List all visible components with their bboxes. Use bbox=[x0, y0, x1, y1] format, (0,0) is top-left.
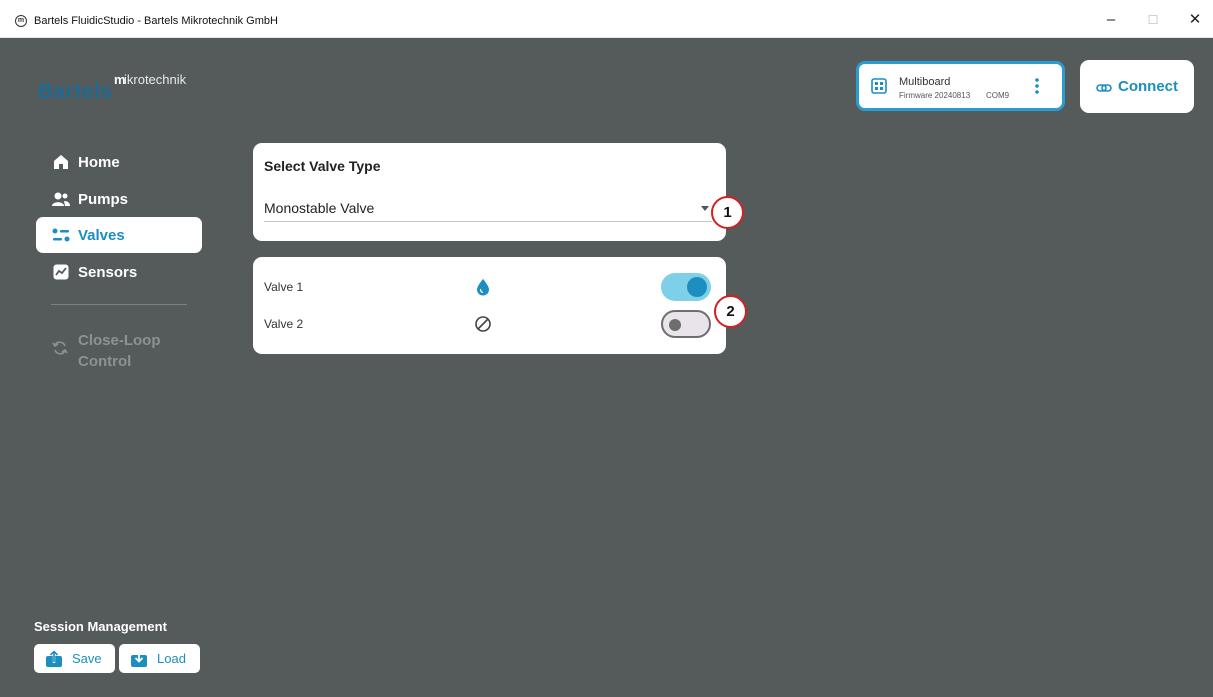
dropdown-arrow-icon bbox=[701, 206, 709, 211]
pumps-icon bbox=[52, 190, 70, 208]
save-button[interactable]: Save bbox=[34, 644, 115, 673]
sidebar-item-label: Home bbox=[78, 153, 120, 171]
blocked-icon bbox=[474, 315, 492, 333]
window-titlebar: m Bartels FluidicStudio - Bartels Mikrot… bbox=[0, 0, 1213, 38]
app-logo-icon: m bbox=[15, 15, 27, 27]
sensors-icon bbox=[52, 263, 70, 281]
valves-icon bbox=[52, 226, 70, 244]
valve-type-value: Monostable Valve bbox=[264, 200, 375, 216]
link-icon bbox=[1096, 81, 1112, 93]
sidebar-item-label: Valves bbox=[78, 226, 125, 244]
valve-type-select[interactable]: Monostable Valve bbox=[264, 193, 712, 222]
minimize-button[interactable]: – bbox=[1099, 10, 1123, 30]
toggle-knob bbox=[669, 319, 681, 331]
session-management-title: Session Management bbox=[34, 619, 167, 634]
valve-type-card: Select Valve Type Monostable Valve bbox=[253, 143, 726, 241]
more-vertical-icon[interactable] bbox=[1031, 76, 1043, 96]
device-port: COM9 bbox=[986, 91, 1010, 100]
download-icon bbox=[131, 650, 147, 667]
load-button[interactable]: Load bbox=[119, 644, 200, 673]
logo-brand: Bartels bbox=[38, 80, 113, 103]
valve-label: Valve 2 bbox=[264, 317, 304, 331]
valve-row: Valve 1 bbox=[253, 270, 726, 304]
device-name: Multiboard bbox=[899, 76, 951, 88]
close-button[interactable]: ✕ bbox=[1183, 10, 1207, 30]
callout-marker: 2 bbox=[714, 295, 747, 328]
valve-1-toggle[interactable] bbox=[661, 273, 711, 301]
maximize-button[interactable]: ☐ bbox=[1141, 10, 1165, 30]
device-firmware: Firmware 20240813 bbox=[899, 91, 971, 100]
save-label: Save bbox=[72, 651, 102, 666]
connect-button[interactable]: Connect bbox=[1080, 60, 1194, 113]
sidebar-item-close-loop: Close-Loop Control bbox=[52, 330, 178, 372]
load-label: Load bbox=[157, 651, 186, 666]
sidebar-item-label: Sensors bbox=[78, 263, 138, 281]
valves-card: Valve 1 Valve 2 bbox=[253, 257, 726, 354]
device-card[interactable]: Multiboard Firmware 20240813 COM9 bbox=[856, 61, 1065, 111]
app-main: Bartels m ikrotechnik Home Pumps Valves … bbox=[0, 38, 1213, 697]
water-drop-icon bbox=[474, 278, 492, 296]
connect-label: Connect bbox=[1118, 78, 1178, 95]
sidebar-item-pumps[interactable]: Pumps bbox=[36, 181, 202, 217]
home-icon bbox=[52, 153, 70, 171]
callout-marker: 1 bbox=[711, 196, 744, 229]
upload-icon bbox=[46, 648, 62, 667]
toggle-knob bbox=[687, 277, 707, 297]
sidebar-item-valves[interactable]: Valves bbox=[36, 217, 202, 253]
sidebar-item-home[interactable]: Home bbox=[36, 144, 202, 180]
valve-type-heading: Select Valve Type bbox=[264, 158, 381, 174]
sidebar-item-sensors[interactable]: Sensors bbox=[36, 254, 202, 290]
valve-row: Valve 2 bbox=[253, 307, 726, 341]
sidebar-item-label: Pumps bbox=[78, 190, 129, 208]
valve-2-toggle[interactable] bbox=[661, 310, 711, 338]
refresh-icon bbox=[52, 340, 70, 358]
sidebar-divider bbox=[51, 304, 187, 305]
logo-subtitle: ikrotechnik bbox=[124, 72, 187, 87]
sidebar-item-label: Close-Loop Control bbox=[78, 332, 161, 370]
window-title: Bartels FluidicStudio - Bartels Mikrotec… bbox=[34, 15, 278, 27]
valve-label: Valve 1 bbox=[264, 280, 304, 294]
board-icon bbox=[871, 78, 887, 94]
